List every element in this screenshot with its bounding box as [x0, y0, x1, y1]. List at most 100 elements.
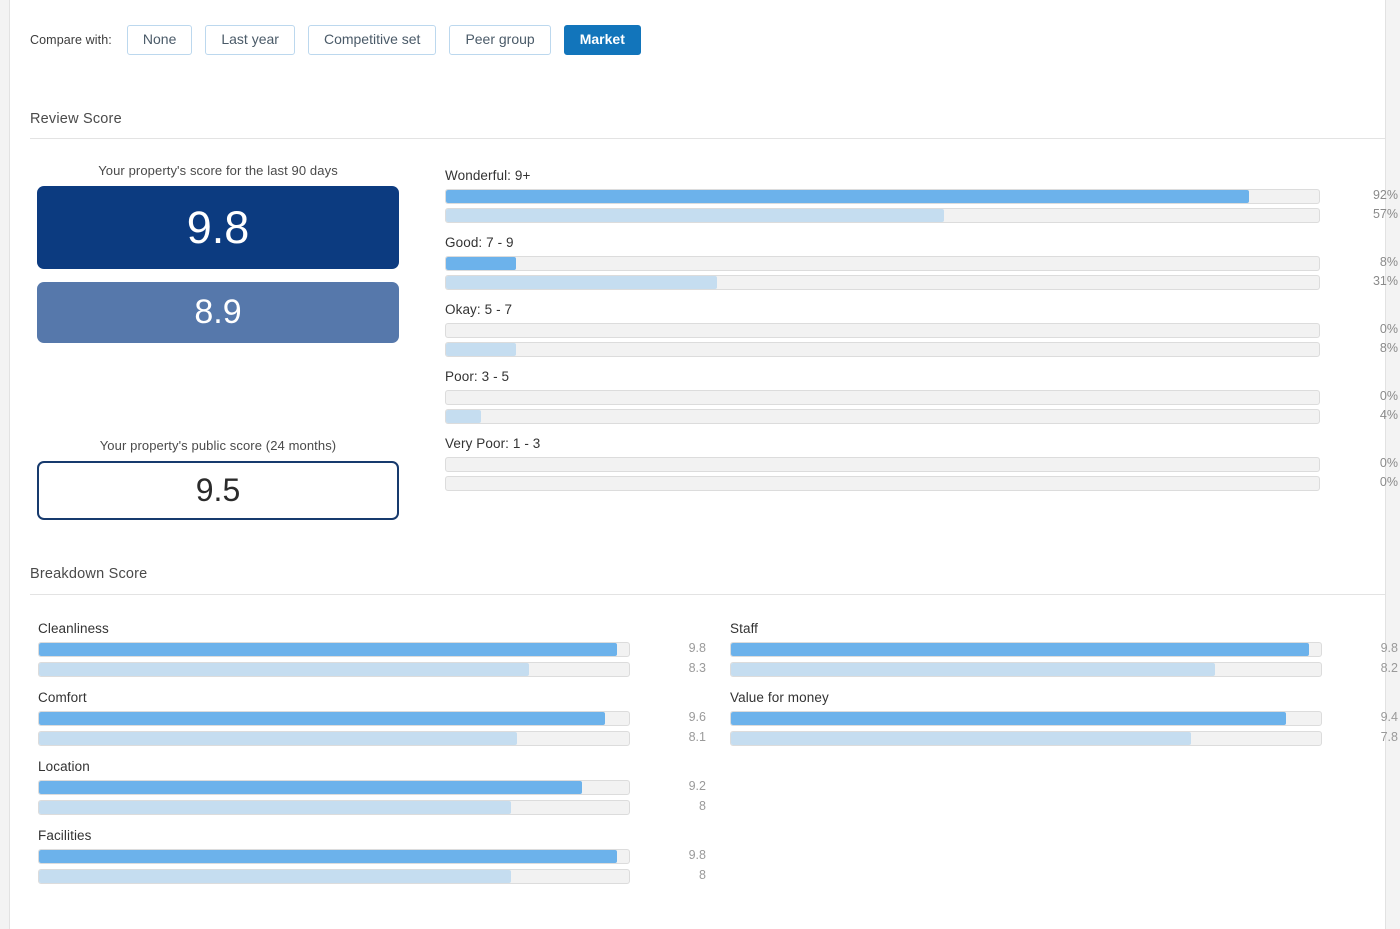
- compare-option-none[interactable]: None: [126, 25, 193, 56]
- distribution-label-okay: Okay: 5 - 7: [445, 302, 513, 317]
- bar-track: [38, 780, 630, 795]
- breakdown-row-market-comfort: 8.1: [38, 730, 706, 746]
- breakdown-label-cleanliness: Cleanliness: [38, 621, 109, 636]
- distribution-group-good: Good: 7 - 9 8% 31%: [445, 235, 1398, 290]
- distribution-pct-market-very-poor: 0%: [1379, 475, 1398, 489]
- distribution-label-very-poor: Very Poor: 1 - 3: [445, 436, 541, 451]
- bar-fill-market: [39, 732, 517, 745]
- distribution-pct-market-poor: 4%: [1379, 408, 1398, 422]
- public-score-box: 9.5: [37, 461, 399, 520]
- breakdown-row-you-location: 9.2: [38, 779, 706, 795]
- bar-fill-you: [39, 643, 618, 656]
- breakdown-row-market-cleanliness: 8.3: [38, 661, 706, 677]
- breakdown-value-market-facilities: 8: [699, 868, 706, 882]
- bar-fill-market: [446, 276, 717, 289]
- bar-fill-market: [731, 732, 1192, 745]
- review-score-section-title: Review Score: [30, 111, 122, 127]
- distribution-row-market-very-poor: 0%: [445, 475, 1398, 491]
- breakdown-row-you-cleanliness: 9.8: [38, 641, 706, 657]
- distribution-row-you-okay: 0%: [445, 322, 1398, 338]
- distribution-row-you-poor: 0%: [445, 389, 1398, 405]
- distribution-pct-you-poor: 0%: [1379, 389, 1398, 403]
- distribution-pct-you-okay: 0%: [1379, 322, 1398, 336]
- comparison-score-value: 8.9: [194, 293, 242, 331]
- bar-fill-market: [446, 209, 944, 222]
- breakdown-item-facilities: Facilities 9.8 8: [38, 828, 706, 884]
- breakdown-row-market-facilities: 8: [38, 868, 706, 884]
- breakdown-item-cleanliness: Cleanliness 9.8 8.3: [38, 621, 706, 677]
- bar-track: [445, 275, 1320, 290]
- breakdown-score-section-title: Breakdown Score: [30, 566, 148, 582]
- primary-score-value: 9.8: [186, 201, 250, 253]
- content-card: Compare with: None Last year Competitive…: [9, 0, 1398, 929]
- breakdown-score-divider: [30, 594, 1385, 595]
- bar-track: [445, 323, 1320, 338]
- breakdown-row-market-staff: 8.2: [730, 661, 1398, 677]
- breakdown-label-value-for-money: Value for money: [730, 690, 829, 705]
- distribution-pct-you-very-poor: 0%: [1379, 456, 1398, 470]
- distribution-row-market-poor: 4%: [445, 408, 1398, 424]
- breakdown-column-right: Staff 9.8 8.2 Value for money 9.4 7.8: [730, 621, 1398, 759]
- breakdown-label-staff: Staff: [730, 621, 759, 636]
- breakdown-row-you-staff: 9.8: [730, 641, 1398, 657]
- bar-fill-market: [39, 870, 511, 883]
- bar-track: [445, 409, 1320, 424]
- breakdown-row-you-facilities: 9.8: [38, 848, 706, 864]
- breakdown-value-you-value-for-money: 9.4: [1380, 710, 1398, 724]
- bar-fill-you: [731, 643, 1310, 656]
- distribution-group-wonderful: Wonderful: 9+ 92% 57%: [445, 168, 1398, 223]
- bar-track: [38, 869, 630, 884]
- distribution-pct-market-wonderful: 57%: [1372, 207, 1398, 221]
- bar-fill-market: [446, 410, 481, 423]
- breakdown-item-staff: Staff 9.8 8.2: [730, 621, 1398, 677]
- primary-score-box: 9.8: [37, 186, 399, 269]
- bar-track: [38, 800, 630, 815]
- bar-track: [38, 642, 630, 657]
- bar-track: [38, 849, 630, 864]
- bar-fill-you: [731, 712, 1286, 725]
- distribution-row-you-good: 8%: [445, 255, 1398, 271]
- breakdown-item-value-for-money: Value for money 9.4 7.8: [730, 690, 1398, 746]
- distribution-row-market-wonderful: 57%: [445, 207, 1398, 223]
- breakdown-row-you-value-for-money: 9.4: [730, 710, 1398, 726]
- bar-track: [38, 731, 630, 746]
- bar-track: [730, 662, 1322, 677]
- breakdown-value-you-location: 9.2: [688, 779, 706, 793]
- bar-fill-you: [39, 712, 606, 725]
- distribution-group-okay: Okay: 5 - 7 0% 8%: [445, 302, 1398, 357]
- breakdown-column-left: Cleanliness 9.8 8.3 Comfort 9.6 8.1 Loca…: [38, 621, 706, 897]
- score-distribution-chart: Wonderful: 9+ 92% 57% Good: 7 - 9 8% 31%…: [445, 168, 1398, 495]
- bar-fill-you: [39, 781, 582, 794]
- bar-track: [38, 711, 630, 726]
- distribution-row-you-wonderful: 92%: [445, 188, 1398, 204]
- distribution-group-poor: Poor: 3 - 5 0% 4%: [445, 369, 1398, 424]
- compare-option-competitive-set[interactable]: Competitive set: [307, 25, 437, 56]
- bar-fill-you: [446, 190, 1250, 203]
- bar-track: [730, 731, 1322, 746]
- bar-fill-market: [39, 801, 511, 814]
- distribution-pct-market-okay: 8%: [1379, 341, 1398, 355]
- distribution-row-market-good: 31%: [445, 274, 1398, 290]
- bar-track: [445, 342, 1320, 357]
- breakdown-label-facilities: Facilities: [38, 828, 92, 843]
- bar-fill-market: [446, 343, 516, 356]
- breakdown-row-market-value-for-money: 7.8: [730, 730, 1398, 746]
- compare-option-last-year[interactable]: Last year: [205, 25, 295, 56]
- breakdown-item-comfort: Comfort 9.6 8.1: [38, 690, 706, 746]
- distribution-pct-market-good: 31%: [1372, 274, 1398, 288]
- breakdown-value-you-staff: 9.8: [1380, 641, 1398, 655]
- review-score-divider: [30, 138, 1385, 139]
- compare-option-market[interactable]: Market: [563, 25, 641, 56]
- bar-fill-market: [731, 663, 1215, 676]
- breakdown-value-market-value-for-money: 7.8: [1380, 730, 1398, 744]
- breakdown-value-market-location: 8: [699, 799, 706, 813]
- distribution-label-wonderful: Wonderful: 9+: [445, 168, 531, 183]
- bar-fill-you: [39, 850, 618, 863]
- breakdown-value-you-comfort: 9.6: [688, 710, 706, 724]
- bar-fill-you: [446, 257, 516, 270]
- breakdown-value-you-cleanliness: 9.8: [688, 641, 706, 655]
- breakdown-item-location: Location 9.2 8: [38, 759, 706, 815]
- compare-option-peer-group[interactable]: Peer group: [449, 25, 551, 56]
- bar-fill-market: [39, 663, 529, 676]
- breakdown-row-you-comfort: 9.6: [38, 710, 706, 726]
